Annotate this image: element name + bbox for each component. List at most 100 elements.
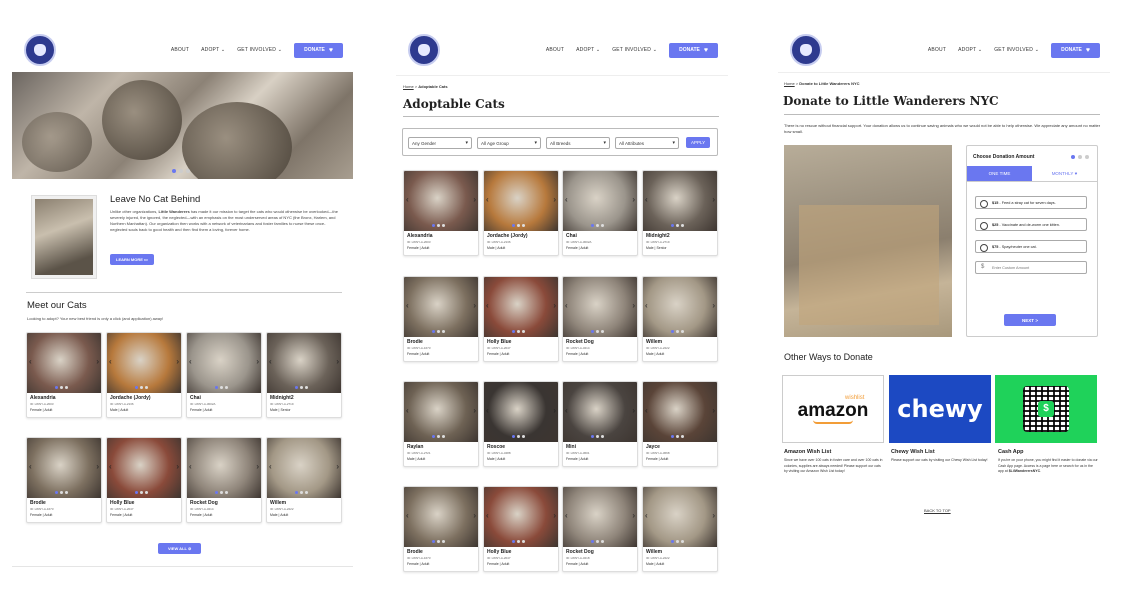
cat-card[interactable]: ‹ › Brodie ID: LWNY-A-1673 Female | Adult [403,276,479,362]
chevron-right-icon[interactable]: › [256,357,259,366]
attributes-filter-select[interactable]: All Attributes [615,137,679,149]
chevron-right-icon[interactable]: › [336,462,339,471]
photo-dot[interactable] [55,386,58,389]
chevron-right-icon[interactable]: › [473,406,476,415]
cat-card[interactable]: ‹ › Jordache (Jordy) ID: LWNY-A-2136 Male | … [106,332,182,418]
chevron-left-icon[interactable]: ‹ [189,462,192,471]
photo-dot[interactable] [432,435,435,438]
chevron-left-icon[interactable]: ‹ [406,406,409,415]
breadcrumb-home[interactable]: Home [784,81,795,86]
photo-dots[interactable] [512,224,525,227]
chevron-left-icon[interactable]: ‹ [645,195,648,204]
photo-dots[interactable] [432,330,445,333]
photo-dot[interactable] [135,386,138,389]
photo-dot[interactable] [601,330,604,333]
photo-dot[interactable] [220,386,223,389]
chevron-right-icon[interactable]: › [256,462,259,471]
chevron-right-icon[interactable]: › [632,301,635,310]
cat-card[interactable]: ‹ › Alexandria ID: LWNY-A-2003 Female | Adul… [26,332,102,418]
photo-dots[interactable] [215,491,228,494]
hero-carousel-dots[interactable] [172,169,190,173]
photo-dot[interactable] [676,330,679,333]
chevron-right-icon[interactable]: › [712,301,715,310]
photo-dot[interactable] [145,491,148,494]
photo-dots[interactable] [432,435,445,438]
nav-adopt[interactable]: ADOPT ⌄ [958,47,982,53]
amazon-wishlist-card[interactable]: wishlist amazon [782,375,884,443]
chevron-left-icon[interactable]: ‹ [29,462,32,471]
photo-dot[interactable] [517,330,520,333]
cat-card[interactable]: ‹ › Jayce ID: LWNY-A-3668 Female | Adult [642,381,718,467]
cat-card[interactable]: ‹ › Chai ID: LWNY-A-3002A Female | Adult [186,332,262,418]
cat-card[interactable]: ‹ › Chai ID: LWNY-A-3002A Female | Adult [562,170,638,256]
photo-dots[interactable] [295,491,308,494]
chevron-right-icon[interactable]: › [553,301,556,310]
chevron-right-icon[interactable]: › [712,195,715,204]
photo-dot[interactable] [681,435,684,438]
photo-dot[interactable] [517,540,520,543]
chevron-left-icon[interactable]: ‹ [486,301,489,310]
photo-dot[interactable] [432,330,435,333]
chevron-left-icon[interactable]: ‹ [269,357,272,366]
photo-dot[interactable] [681,224,684,227]
photo-dot[interactable] [442,330,445,333]
photo-dot[interactable] [676,540,679,543]
photo-dots[interactable] [591,540,604,543]
carousel-dot[interactable] [186,169,190,173]
chevron-right-icon[interactable]: › [473,301,476,310]
tab-monthly[interactable]: MONTHLY ♥ [1032,166,1097,181]
photo-dot[interactable] [681,330,684,333]
chevron-right-icon[interactable]: › [632,195,635,204]
nav-adopt[interactable]: ADOPT ⌄ [576,47,600,53]
cat-card[interactable]: ‹ › Willem ID: LWNY-A-2222 Male | Adult [642,276,718,362]
nav-get-involved[interactable]: GET INVOLVED ⌄ [237,47,282,53]
photo-dot[interactable] [65,491,68,494]
photo-dot[interactable] [676,224,679,227]
cat-card[interactable]: ‹ › Brodie ID: LWNY-A-1673 Female | Adult [26,437,102,523]
chevron-left-icon[interactable]: ‹ [406,195,409,204]
photo-dot[interactable] [512,224,515,227]
chevron-right-icon[interactable]: › [473,195,476,204]
photo-dot[interactable] [140,491,143,494]
breed-filter-select[interactable]: All Breeds [546,137,610,149]
photo-dot[interactable] [437,224,440,227]
photo-dot[interactable] [305,386,308,389]
photo-dots[interactable] [591,330,604,333]
hero-carousel[interactable] [12,72,353,179]
chevron-left-icon[interactable]: ‹ [189,357,192,366]
chevron-right-icon[interactable]: › [553,511,556,520]
chevron-right-icon[interactable]: › [473,511,476,520]
gender-filter-select[interactable]: Any Gender [408,137,472,149]
photo-dot[interactable] [671,540,674,543]
photo-dots[interactable] [432,224,445,227]
photo-dot[interactable] [517,435,520,438]
chevron-right-icon[interactable]: › [712,406,715,415]
breadcrumb-home[interactable]: Home [403,84,414,89]
photo-dot[interactable] [60,491,63,494]
cat-card[interactable]: ‹ › Jordache (Jordy) ID: LWNY-A-2136 Male | … [483,170,559,256]
photo-dot[interactable] [65,386,68,389]
photo-dot[interactable] [591,330,594,333]
chevron-right-icon[interactable]: › [96,462,99,471]
photo-dots[interactable] [135,491,148,494]
chevron-left-icon[interactable]: ‹ [565,511,568,520]
photo-dot[interactable] [432,540,435,543]
nav-get-involved[interactable]: GET INVOLVED ⌄ [612,47,657,53]
chevron-left-icon[interactable]: ‹ [486,511,489,520]
photo-dots[interactable] [512,540,525,543]
photo-dot[interactable] [442,540,445,543]
photo-dot[interactable] [601,224,604,227]
photo-dot[interactable] [512,330,515,333]
photo-dot[interactable] [295,386,298,389]
photo-dots[interactable] [671,435,684,438]
photo-dot[interactable] [145,386,148,389]
donation-option-75[interactable]: $75 - Spay/neuter one cat. [975,240,1087,253]
chevron-left-icon[interactable]: ‹ [406,511,409,520]
photo-dot[interactable] [601,540,604,543]
donation-option-25[interactable]: $25 - Vaccinate and de-worm one kitten. [975,218,1087,231]
nav-about[interactable]: ABOUT [546,47,564,53]
chevron-left-icon[interactable]: ‹ [29,357,32,366]
photo-dot[interactable] [671,224,674,227]
photo-dot[interactable] [591,224,594,227]
chevron-right-icon[interactable]: › [553,406,556,415]
